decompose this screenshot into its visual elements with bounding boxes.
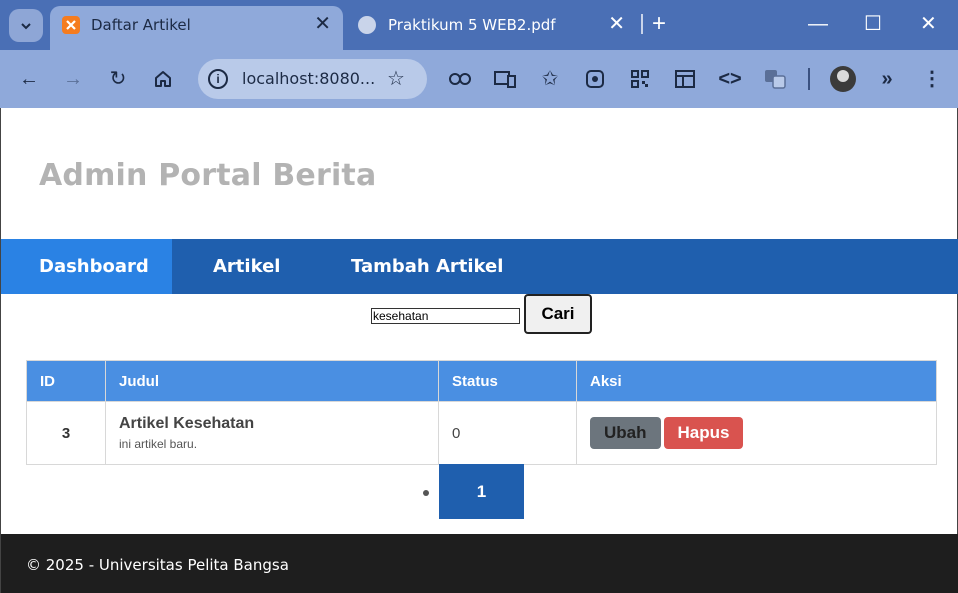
globe-icon	[358, 16, 376, 34]
article-title: Artikel Kesehatan	[119, 415, 255, 432]
delete-button[interactable]: Hapus	[663, 417, 744, 449]
tab-title: Praktikum 5 WEB2.pdf	[388, 16, 556, 34]
col-header-judul: Judul	[105, 360, 439, 402]
close-icon[interactable]: ✕	[314, 14, 331, 34]
cell-judul: Artikel Kesehatan ini artikel baru.	[105, 401, 439, 465]
search-button[interactable]: Cari	[524, 294, 592, 334]
page-content: Admin Portal Berita Dashboard Artikel Ta…	[0, 108, 958, 593]
toolbar-divider	[808, 68, 810, 90]
tab-daftar-artikel[interactable]: Daftar Artikel ✕	[50, 6, 343, 50]
cell-status: 0	[438, 401, 577, 465]
tab-strip: Daftar Artikel ✕ Praktikum 5 WEB2.pdf ✕ …	[0, 0, 958, 50]
site-info-icon[interactable]: i	[208, 69, 228, 89]
qr-code-icon[interactable]	[628, 67, 652, 91]
favorites-icon[interactable]: ✩	[538, 67, 562, 91]
new-tab-icon[interactable]: +	[652, 12, 666, 36]
tab-praktikum-pdf[interactable]: Praktikum 5 WEB2.pdf ✕	[345, 6, 635, 44]
tab-title: Daftar Artikel	[91, 16, 191, 34]
pagination-page-current[interactable]: 1	[439, 464, 524, 519]
devices-icon[interactable]	[493, 67, 517, 91]
table-header-row: ID Judul Status Aksi	[26, 360, 937, 402]
address-url: localhost:8080...	[242, 69, 376, 88]
link-icon[interactable]	[448, 67, 472, 91]
close-icon[interactable]: ✕	[608, 14, 625, 34]
xampp-icon	[62, 16, 80, 34]
profile-avatar[interactable]	[830, 66, 856, 92]
back-icon[interactable]: ←	[17, 67, 41, 91]
more-menu-icon[interactable]: ⋮	[920, 67, 944, 91]
footer-copyright: © 2025 - Universitas Pelita Bangsa	[26, 556, 289, 574]
minimize-icon[interactable]: —	[808, 11, 828, 37]
col-header-id: ID	[26, 360, 106, 402]
browser-toolbar: ← → ↻ i localhost:8080... ☆ ✩ <> » ⋮	[0, 50, 958, 108]
tab-divider	[641, 14, 643, 34]
chevron-right-double-icon[interactable]: »	[875, 67, 899, 91]
cell-aksi: Ubah Hapus	[576, 401, 937, 465]
edit-button[interactable]: Ubah	[590, 417, 661, 449]
main-navbar: Dashboard Artikel Tambah Artikel	[1, 239, 958, 294]
nav-tambah-artikel[interactable]: Tambah Artikel	[351, 239, 503, 294]
reload-icon[interactable]: ↻	[106, 67, 130, 91]
table-row: 3 Artikel Kesehatan ini artikel baru. 0 …	[26, 401, 937, 465]
window-close-icon[interactable]: ✕	[920, 11, 937, 37]
forward-icon[interactable]: →	[61, 67, 85, 91]
lens-icon[interactable]	[583, 67, 607, 91]
search-input[interactable]	[371, 308, 520, 324]
pagination-bullet	[423, 490, 429, 496]
site-footer: © 2025 - Universitas Pelita Bangsa	[1, 534, 958, 593]
col-header-status: Status	[438, 360, 577, 402]
col-header-aksi: Aksi	[576, 360, 937, 402]
article-table: ID Judul Status Aksi 3 Artikel Kesehatan…	[26, 360, 937, 465]
home-icon[interactable]	[151, 67, 175, 91]
reading-mode-icon[interactable]	[673, 67, 697, 91]
tab-search-button[interactable]	[9, 9, 43, 42]
site-title: Admin Portal Berita	[39, 158, 377, 193]
bookmark-star-icon[interactable]: ☆	[387, 66, 405, 91]
cell-id: 3	[26, 401, 106, 465]
article-description: ini artikel baru.	[119, 437, 198, 451]
chevron-down-icon	[21, 22, 31, 29]
nav-dashboard[interactable]: Dashboard	[1, 239, 172, 294]
nav-artikel[interactable]: Artikel	[213, 239, 280, 294]
code-icon[interactable]: <>	[718, 67, 742, 91]
maximize-icon[interactable]: ☐	[864, 11, 882, 37]
address-bar[interactable]: i localhost:8080... ☆	[198, 59, 427, 99]
translate-icon[interactable]	[763, 67, 787, 91]
